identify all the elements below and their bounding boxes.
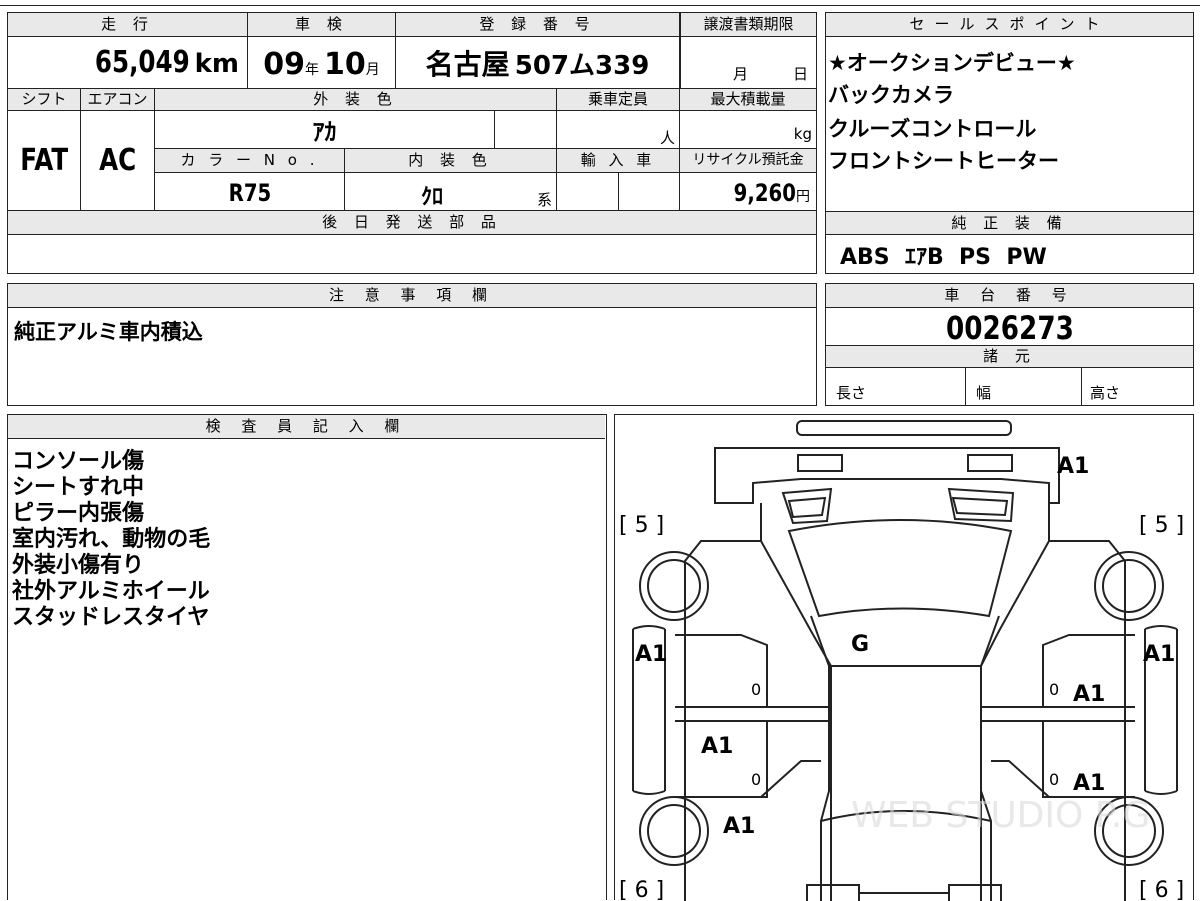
tire-rear-left-count: [ 6 ] bbox=[619, 878, 664, 901]
sales-point-item: バックカメラ bbox=[828, 83, 954, 107]
inspection-month-unit: 月 bbox=[365, 62, 380, 78]
recycle-value: 9,260 bbox=[733, 179, 796, 207]
inspector-line: スタッドレスタイヤ bbox=[12, 605, 210, 630]
max-load-cell: kg bbox=[680, 111, 816, 149]
door-zero-right-rear: 0 bbox=[1049, 770, 1059, 789]
damage-mark-hood: A1 bbox=[1057, 454, 1089, 479]
inspector-label: 検 査 員 記 入 欄 bbox=[8, 415, 605, 439]
door-zero-right-front: 0 bbox=[1049, 680, 1059, 699]
registration-cell: 名古屋 507ム339 bbox=[396, 37, 680, 89]
width-cell: 幅 bbox=[966, 368, 1082, 405]
shift-label: シフト bbox=[8, 89, 81, 111]
recycle-unit: 円 bbox=[796, 189, 810, 205]
length-cell: 長さ bbox=[826, 368, 966, 405]
sales-point-item: フロントシートヒーター bbox=[828, 149, 1059, 173]
registration-label: 登 録 番 号 bbox=[396, 13, 680, 37]
inspection-year-unit: 年 bbox=[304, 62, 319, 78]
interior-color-value: ｸﾛ bbox=[421, 185, 444, 210]
mileage-value: 65,049 bbox=[94, 45, 190, 80]
vehicle-info-table: 走 行 車 検 登 録 番 号 譲渡書類期限 65,049 km 09年 10月… bbox=[7, 12, 817, 274]
car-diagram-panel: [ 5 ] [ 5 ] [ 6 ] [ 6 ] A1 G A1 A1 A1 A1… bbox=[614, 414, 1194, 901]
ac-label: エアコン bbox=[81, 89, 155, 111]
inspection-cell: 09年 10月 bbox=[248, 37, 396, 89]
height-cell: 高さ bbox=[1082, 368, 1193, 405]
tire-front-left-count: [ 5 ] bbox=[619, 513, 664, 538]
capacity-label: 乗車定員 bbox=[557, 89, 680, 111]
mileage-cell: 65,049 km bbox=[8, 37, 248, 89]
sales-point-item: ★オークションデビュー★ bbox=[828, 51, 1076, 75]
capacity-cell: 人 bbox=[557, 111, 680, 149]
shift-value: FAT bbox=[20, 143, 68, 178]
inspection-month: 10 bbox=[324, 47, 366, 82]
height-label: 高さ bbox=[1090, 384, 1121, 402]
max-load-unit: kg bbox=[793, 125, 812, 143]
recycle-label: リサイクル預託金 bbox=[680, 149, 816, 173]
transfer-cell: 月 日 bbox=[680, 37, 816, 89]
damage-mark-windshield: G bbox=[851, 632, 869, 657]
door-zero-left-front: 0 bbox=[751, 680, 761, 699]
interior-color-label: 内 装 色 bbox=[345, 149, 557, 173]
interior-color-suffix: 系 bbox=[536, 191, 552, 209]
damage-mark-right-front-fender: A1 bbox=[1143, 642, 1175, 667]
ac-value: AC bbox=[98, 143, 137, 178]
inspection-year: 09 bbox=[263, 47, 305, 82]
sales-points-panel: セールスポイント ★オークションデビュー★ バックカメラ クルーズコントロール … bbox=[825, 12, 1194, 274]
shift-cell: FAT bbox=[8, 111, 81, 211]
specs-label: 諸 元 bbox=[826, 346, 1193, 368]
color-no-value: R75 bbox=[228, 179, 271, 207]
damage-mark-left-front-fender: A1 bbox=[635, 642, 667, 667]
notes-panel: 注 意 事 項 欄 純正アルミ車内積込 bbox=[7, 283, 817, 406]
color-no-label: カ ラ ー N o . bbox=[155, 149, 345, 173]
import-cell-b bbox=[619, 173, 680, 211]
exterior-color-extra bbox=[495, 111, 557, 149]
notes-value: 純正アルミ車内積込 bbox=[14, 320, 203, 344]
recycle-cell: 9,260円 bbox=[680, 173, 816, 211]
chassis-value-cell: 0026273 bbox=[826, 308, 1193, 347]
later-parts-value bbox=[14, 237, 810, 271]
import-label: 輸 入 車 bbox=[557, 149, 680, 173]
width-label: 幅 bbox=[976, 384, 992, 402]
chassis-value: 0026273 bbox=[945, 309, 1074, 347]
mileage-unit: km bbox=[194, 49, 239, 79]
transfer-month-unit: 月 bbox=[733, 65, 749, 83]
genuine-equipment-label: 純 正 装 備 bbox=[826, 211, 1193, 235]
later-parts-label: 後 日 発 送 部 品 bbox=[8, 211, 816, 235]
registration-city: 名古屋 bbox=[425, 48, 510, 81]
length-label: 長さ bbox=[836, 384, 867, 402]
mileage-label: 走 行 bbox=[8, 13, 248, 37]
exterior-color-value: ｱｶ bbox=[312, 118, 337, 146]
chassis-panel: 車 台 番 号 0026273 諸 元 長さ 幅 高さ bbox=[825, 283, 1194, 406]
ac-cell: AC bbox=[81, 111, 155, 211]
notes-label: 注 意 事 項 欄 bbox=[8, 284, 816, 308]
import-cell-a bbox=[557, 173, 619, 211]
tire-front-right-count: [ 5 ] bbox=[1139, 513, 1184, 538]
door-zero-left-rear: 0 bbox=[751, 770, 761, 789]
sales-point-item: クルーズコントロール bbox=[828, 117, 1037, 141]
damage-mark-right-front-door: A1 bbox=[1073, 682, 1105, 707]
capacity-unit: 人 bbox=[659, 129, 675, 147]
genuine-equipment-value: ABS ｴｱB PS PW bbox=[840, 245, 1047, 270]
chassis-label: 車 台 番 号 bbox=[826, 284, 1193, 308]
damage-mark-left-quarter: A1 bbox=[723, 814, 755, 839]
max-load-label: 最大積載量 bbox=[680, 89, 816, 111]
exterior-color-label: 外 装 色 bbox=[155, 89, 557, 111]
top-strip bbox=[0, 0, 1200, 6]
inspector-panel: 検 査 員 記 入 欄 コンソール傷 シートすれ中 ピラー内張傷 室内汚れ、動物… bbox=[7, 414, 607, 900]
transfer-day-unit: 日 bbox=[793, 65, 809, 83]
watermark: WEB STUDIO P.G bbox=[851, 795, 1150, 836]
tire-rear-right-count: [ 6 ] bbox=[1139, 878, 1184, 901]
sales-points-label: セールスポイント bbox=[826, 13, 1193, 37]
exterior-color-cell: ｱｶ bbox=[155, 111, 495, 149]
transfer-label: 譲渡書類期限 bbox=[680, 13, 816, 37]
damage-mark-right-rear-door: A1 bbox=[1073, 771, 1105, 796]
interior-color-cell: ｸﾛ 系 bbox=[345, 173, 557, 211]
color-no-cell: R75 bbox=[155, 173, 345, 211]
car-diagram: [ 5 ] [ 5 ] [ 6 ] [ 6 ] A1 G A1 A1 A1 A1… bbox=[619, 420, 1184, 901]
damage-mark-left-rear-door: A1 bbox=[701, 734, 733, 759]
inspection-label: 車 検 bbox=[248, 13, 396, 37]
registration-number: 507ム339 bbox=[514, 51, 650, 81]
